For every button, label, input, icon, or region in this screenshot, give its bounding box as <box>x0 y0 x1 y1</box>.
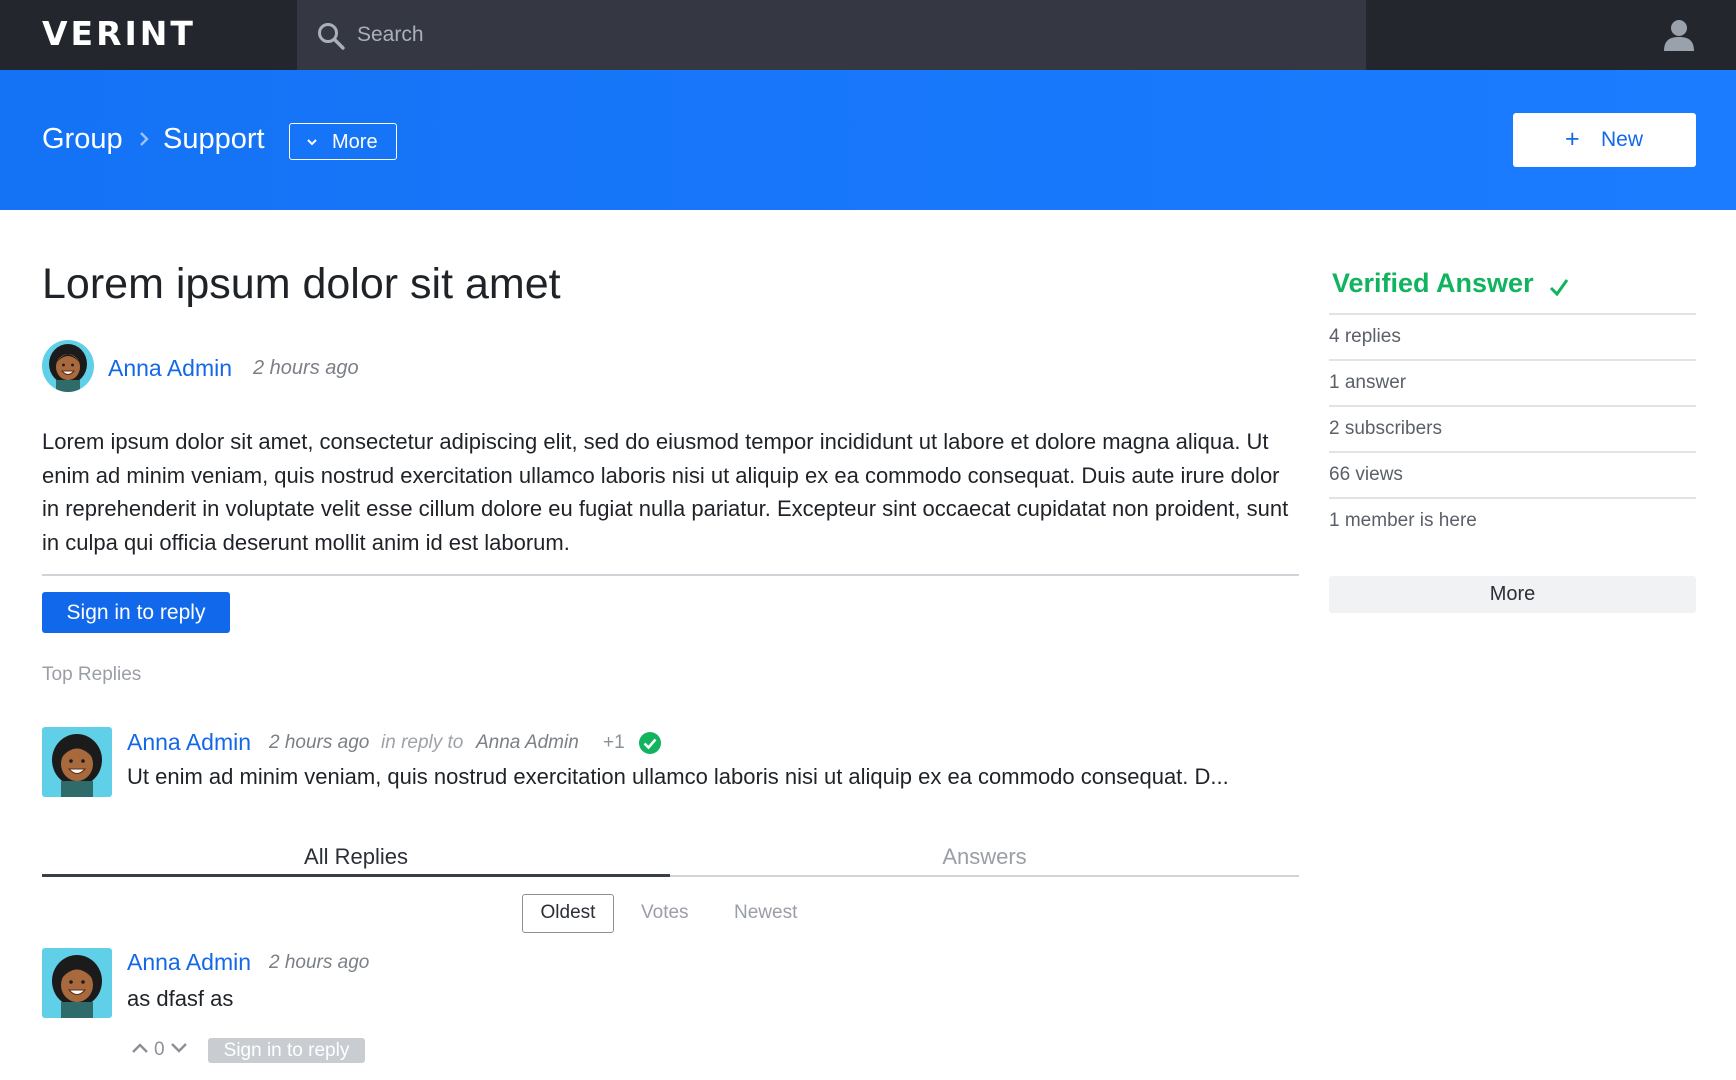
stat-replies: 4 replies <box>1329 326 1401 347</box>
avatar[interactable] <box>42 340 94 392</box>
divider <box>1329 405 1696 407</box>
downvote-icon[interactable] <box>170 1041 188 1055</box>
divider <box>1329 451 1696 453</box>
user-profile-icon[interactable] <box>1662 18 1696 52</box>
vote-count: 0 <box>154 1039 165 1060</box>
in-reply-to-author[interactable]: Anna Admin <box>476 732 579 754</box>
verified-check-icon <box>639 732 661 754</box>
stat-views: 66 views <box>1329 464 1403 485</box>
post-body: Lorem ipsum dolor sit amet, consectetur … <box>42 429 1289 555</box>
stat-answers: 1 answer <box>1329 372 1407 393</box>
divider <box>1329 359 1696 361</box>
tab-all-replies[interactable]: All Replies <box>42 844 670 870</box>
avatar-image <box>42 948 112 1018</box>
avatar[interactable] <box>42 727 112 797</box>
search-input[interactable] <box>357 17 1057 53</box>
sign-in-to-reply-button[interactable]: Sign in to reply <box>42 592 230 633</box>
stat-members-here: 1 member is here <box>1329 510 1477 531</box>
post-time: 2 hours ago <box>253 357 359 379</box>
sort-votes-link[interactable]: Votes <box>641 902 689 924</box>
new-button-label: New <box>1601 128 1644 151</box>
top-replies-heading: Top Replies <box>42 664 142 685</box>
stat-subscribers: 2 subscribers <box>1329 418 1442 439</box>
reply-body: as dfasf as <box>127 986 234 1011</box>
upvote-icon[interactable] <box>131 1041 149 1055</box>
reply-sign-in-button[interactable]: Sign in to reply <box>208 1038 365 1063</box>
sort-oldest-button[interactable]: Oldest <box>522 894 614 933</box>
top-navigation-bar: VERINT <box>0 0 1736 70</box>
reply-time: 2 hours ago <box>269 732 370 753</box>
in-reply-to-label: in reply to <box>381 732 464 753</box>
post-author-link[interactable]: Anna Admin <box>108 355 232 382</box>
header-band: Group Support More + New <box>0 70 1736 210</box>
reply-time: 2 hours ago <box>269 952 370 973</box>
chevron-right-icon <box>140 132 149 146</box>
plus-icon: + <box>1565 125 1580 153</box>
vote-score: +1 <box>603 732 625 753</box>
breadcrumb-group[interactable]: Group <box>42 123 123 156</box>
breadcrumb-support[interactable]: Support <box>163 123 265 156</box>
reply-author-link[interactable]: Anna Admin <box>127 949 251 976</box>
verint-logo[interactable]: VERINT <box>42 14 196 53</box>
checkmark-icon <box>1549 279 1569 297</box>
tab-divider <box>670 875 1299 877</box>
divider <box>42 574 1299 576</box>
reply-author-link[interactable]: Anna Admin <box>127 729 251 756</box>
thread-title: Lorem ipsum dolor sit amet <box>42 260 561 308</box>
divider <box>1329 313 1696 315</box>
new-button[interactable]: + New <box>1513 113 1696 167</box>
avatar-image <box>42 727 112 797</box>
avatar[interactable] <box>42 948 112 1018</box>
tab-answers[interactable]: Answers <box>670 844 1299 870</box>
reply-excerpt[interactable]: Ut enim ad minim veniam, quis nostrud ex… <box>127 764 1229 790</box>
more-menu-label: More <box>332 131 378 153</box>
search-bar[interactable] <box>297 0 1366 70</box>
sort-newest-link[interactable]: Newest <box>734 902 797 924</box>
divider <box>1329 497 1696 499</box>
chevron-down-icon <box>307 139 317 146</box>
verified-answer-link[interactable]: Verified Answer <box>1332 268 1534 299</box>
avatar-image <box>42 340 94 392</box>
active-tab-indicator <box>42 874 670 877</box>
more-menu-button[interactable]: More <box>289 123 397 160</box>
search-icon <box>318 23 345 50</box>
sidebar-more-button[interactable]: More <box>1329 576 1696 613</box>
